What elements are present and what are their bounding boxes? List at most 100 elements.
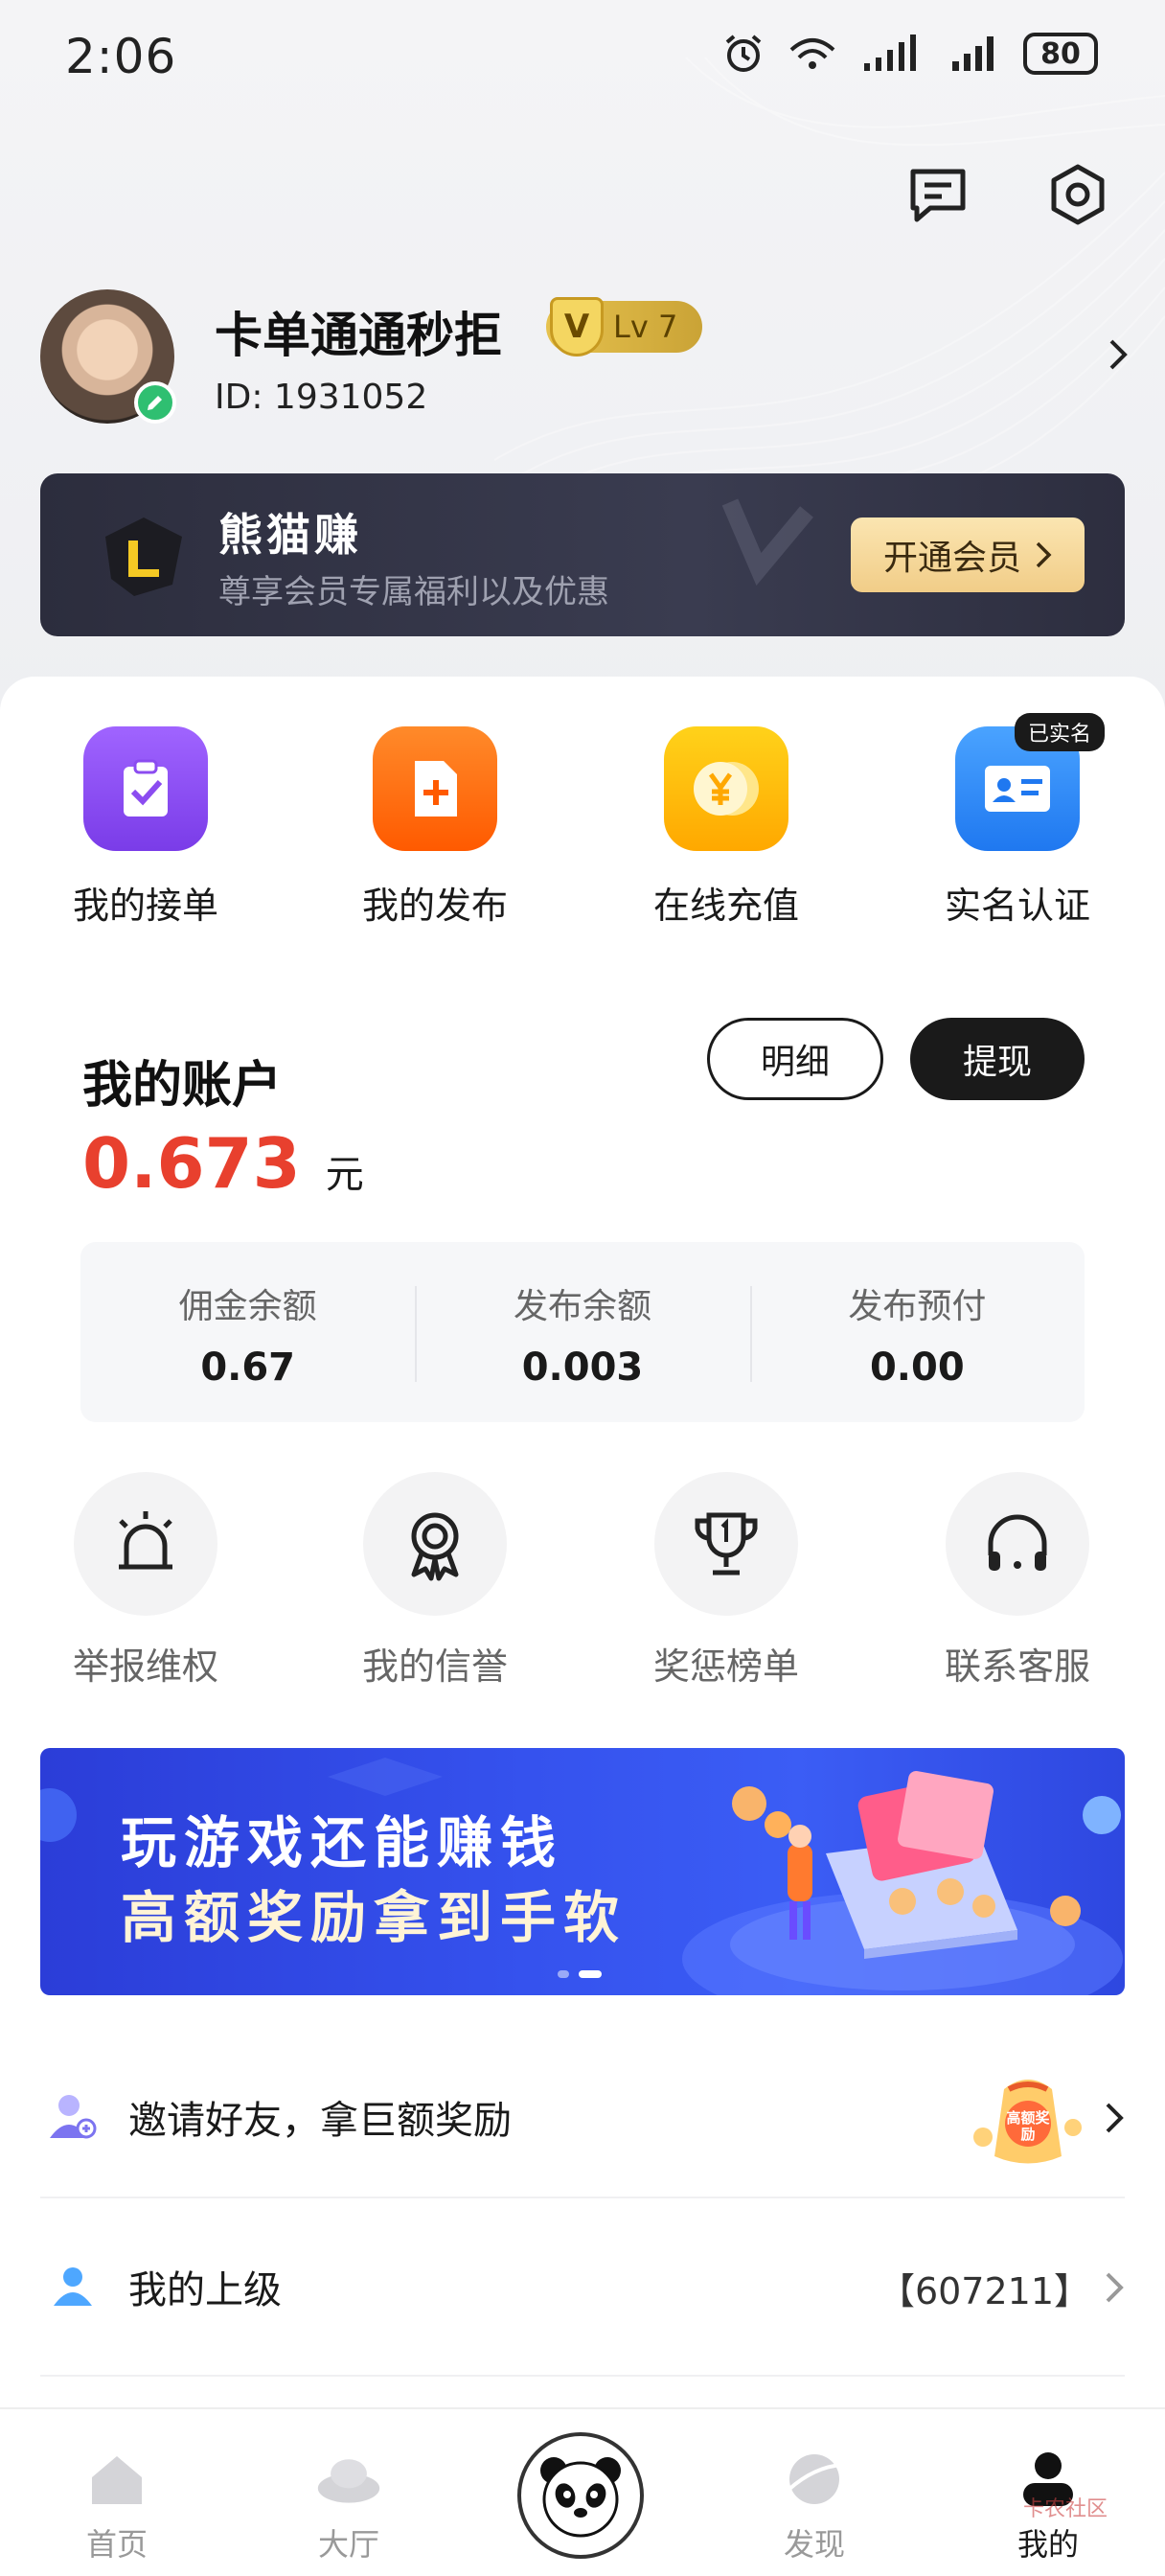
superior-label: 我的上级 [128, 2268, 282, 2312]
vip-title: 熊猫赚 [218, 509, 362, 561]
nickname: 卡单通通秒拒 [215, 308, 502, 363]
nav-label: 我的 [1017, 2526, 1079, 2563]
headphones-icon [946, 1472, 1089, 1616]
avatar[interactable] [40, 289, 176, 424]
panda-center-button[interactable] [517, 2432, 644, 2559]
message-button[interactable] [906, 163, 970, 226]
profile-page: 2:06 80 卡单通通秒拒 V Lv 7 ID: 1931052 熊猫赚 尊享… [0, 0, 1165, 2576]
user-icon [44, 2258, 102, 2315]
carousel-dot[interactable] [558, 1970, 569, 1978]
sub-balance-label: 发布预付 [848, 1287, 987, 1326]
quick-verify[interactable]: 已实名 实名认证 [912, 713, 1123, 929]
alarm-icon [725, 34, 762, 72]
publish-balance[interactable]: 发布余额 0.003 [415, 1242, 749, 1422]
tool-label: 奖惩榜单 [652, 1645, 799, 1688]
wifi-icon [789, 38, 835, 69]
balance-amount: 0.673 [82, 1123, 301, 1204]
quick-label: 我的接单 [72, 885, 218, 927]
quick-my-orders[interactable]: 我的接单 [40, 726, 251, 929]
tool-report[interactable]: 举报维权 [40, 1472, 251, 1690]
detail-button[interactable]: 明细 [707, 1018, 883, 1100]
vip-shield-icon: V [550, 297, 604, 356]
quick-label: 实名认证 [944, 885, 1090, 927]
tool-label: 联系客服 [944, 1645, 1090, 1688]
withdraw-button[interactable]: 提现 [910, 1018, 1085, 1100]
vip-watermark-icon [721, 498, 813, 586]
invite-right: 高额奖励 [966, 2037, 1125, 2198]
sub-balance-value: 0.00 [869, 1346, 965, 1390]
nav-home[interactable]: 首页 [40, 2446, 194, 2564]
commission-balance[interactable]: 佣金余额 0.67 [80, 1242, 415, 1422]
nav-label: 发现 [783, 2526, 845, 2563]
superior-value: 【607211】 [878, 2269, 1090, 2312]
signal-icon [864, 34, 916, 71]
quick-recharge[interactable]: 在线充值 [621, 726, 832, 929]
promo-line-2: 高额奖励拿到手软 [121, 1885, 628, 1950]
status-time: 2:06 [65, 29, 177, 84]
vip-subtitle: 尊享会员专属福利以及优惠 [218, 573, 609, 611]
status-icons: 80 [722, 33, 1098, 75]
menu-list: 邀请好友，拿巨额奖励 高额奖励 我的上级 【607211】 [40, 2037, 1125, 2377]
quick-label: 在线充值 [652, 885, 799, 927]
signal-icon-2 [952, 36, 994, 71]
reward-badge-text: 高额奖励 [1006, 2109, 1050, 2143]
chevron-right-icon [1108, 337, 1129, 376]
gear-icon [1051, 164, 1105, 225]
nav-label: 大厅 [317, 2526, 379, 2563]
level-badge: V Lv 7 [546, 297, 703, 356]
chevron-right-icon [1036, 541, 1052, 568]
superior-right: 【607211】 [879, 2198, 1125, 2377]
ingot-icon [315, 2446, 382, 2513]
level-text: Lv 7 [613, 309, 678, 345]
bottom-nav: 首页 大厅 发现 我的 [0, 2407, 1165, 2576]
tool-label: 我的信誉 [361, 1645, 508, 1688]
quick-my-posts[interactable]: 我的发布 [330, 726, 540, 929]
vip-banner[interactable]: 熊猫赚 尊享会员专属福利以及优惠 开通会员 [40, 473, 1125, 636]
pencil-icon [148, 396, 162, 410]
invite-label: 邀请好友，拿巨额奖励 [128, 2099, 512, 2143]
invite-user-icon [44, 2088, 102, 2146]
panda-icon [540, 2457, 621, 2538]
verified-badge: 已实名 [1014, 713, 1105, 751]
nav-discover[interactable]: 发现 [738, 2446, 891, 2564]
message-icon [910, 169, 966, 222]
promo-line-1: 玩游戏还能赚钱 [121, 1810, 564, 1875]
tool-label: 举报维权 [72, 1645, 218, 1688]
main-card: 我的接单 我的发布 在线充值 已实名 实名认证 我的账户 明细 提现 0.673… [0, 677, 1165, 2430]
publish-prepaid[interactable]: 发布预付 0.00 [749, 1242, 1085, 1422]
sub-balance-label: 佣金余额 [178, 1287, 317, 1326]
nav-label: 首页 [85, 2526, 148, 2563]
profile-header[interactable]: 卡单通通秒拒 V Lv 7 ID: 1931052 [40, 289, 1132, 424]
carousel-dot-active[interactable] [579, 1970, 602, 1978]
edit-avatar-button[interactable] [134, 381, 176, 424]
chevron-right-icon [1106, 2272, 1124, 2303]
settings-button[interactable] [1046, 163, 1109, 226]
tool-ranking[interactable]: 奖惩榜单 [621, 1472, 832, 1690]
sub-balance-value: 0.003 [521, 1346, 644, 1390]
sub-balances: 佣金余额 0.67 发布余额 0.003 发布预付 0.00 [80, 1242, 1085, 1422]
alarm-light-icon [74, 1472, 217, 1616]
user-id: ID: 1931052 [215, 378, 428, 417]
trophy-icon [654, 1472, 798, 1616]
tool-credit[interactable]: 我的信誉 [330, 1472, 540, 1690]
promo-banner[interactable]: 玩游戏还能赚钱 高额奖励拿到手软 [40, 1748, 1125, 1995]
tools-grid: 举报维权 我的信誉 奖惩榜单 联系客服 [0, 1472, 1165, 1688]
status-bar: 2:06 80 [0, 0, 1165, 115]
id-card-icon: 已实名 [955, 713, 1105, 851]
balance-unit: 元 [325, 1153, 364, 1197]
balance: 0.673 元 [82, 1123, 364, 1204]
my-superior-row[interactable]: 我的上级 【607211】 [40, 2198, 1125, 2377]
tool-support[interactable]: 联系客服 [912, 1472, 1123, 1690]
open-membership-button[interactable]: 开通会员 [850, 518, 1085, 592]
home-icon [83, 2446, 150, 2513]
vip-logo-icon [105, 518, 182, 596]
header-actions [906, 163, 1109, 226]
yen-coin-icon [664, 726, 788, 851]
open-membership-label: 开通会员 [882, 539, 1021, 578]
quick-actions: 我的接单 我的发布 在线充值 已实名 实名认证 [0, 713, 1165, 937]
carousel-dots [558, 1970, 602, 1978]
chevron-right-icon [1106, 2103, 1124, 2133]
nav-hall[interactable]: 大厅 [272, 2446, 425, 2564]
sub-balance-label: 发布余额 [513, 1287, 651, 1326]
invite-friends-row[interactable]: 邀请好友，拿巨额奖励 高额奖励 [40, 2037, 1125, 2198]
